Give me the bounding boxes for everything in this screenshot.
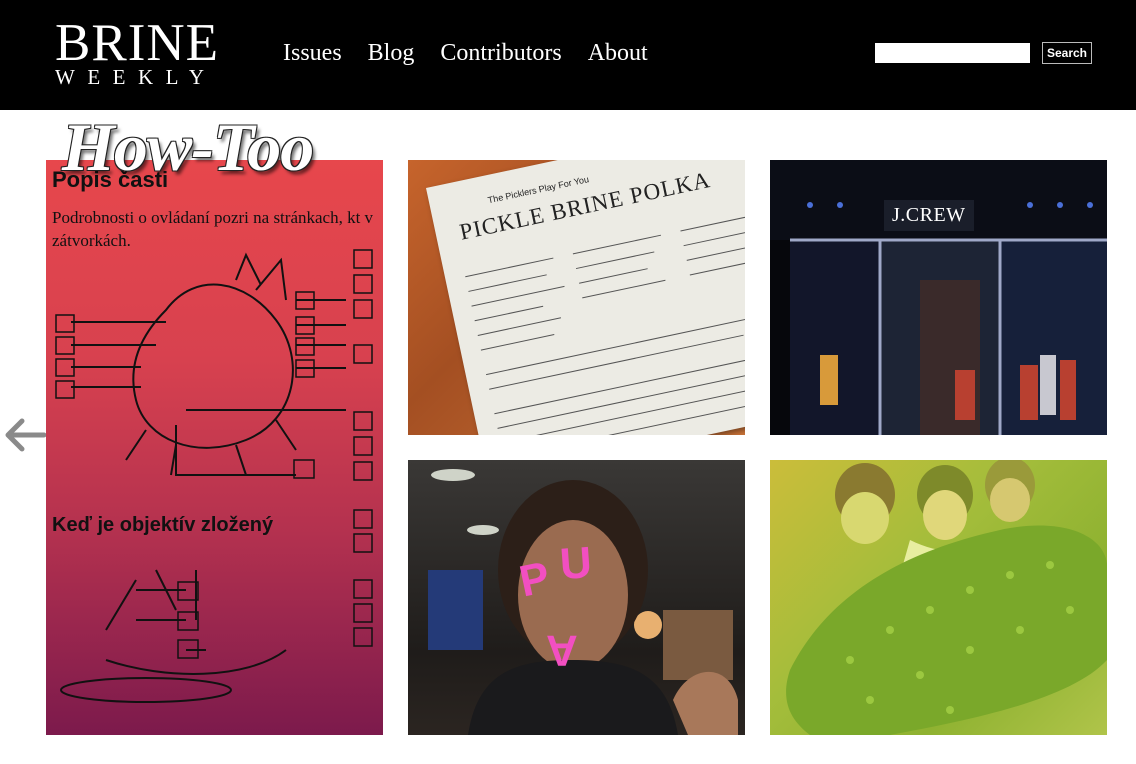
sleeve-lines [465,213,745,435]
section-title: How-Too [62,109,314,185]
logo-main-text: BRINE [55,14,219,72]
nav-item-issues[interactable]: Issues [283,38,342,68]
search-button[interactable]: Search [1042,42,1092,64]
site-header: BRINE WEEKLY Issues Blog Contributors Ab… [0,0,1136,110]
article-tile-polka[interactable]: The Picklers Play For You PICKLE BRINE P… [408,160,745,435]
article-tile-manual[interactable]: Popis časti Podrobnosti o ovládaní pozri… [46,160,383,735]
nav-item-blog[interactable]: Blog [368,38,415,68]
letter-u: U [558,537,594,590]
portrait-photo [428,469,738,735]
article-tile-pickle[interactable] [770,460,1107,735]
site-logo[interactable]: BRINE WEEKLY [55,14,235,89]
logo-sub-text: WEEKLY [55,65,217,89]
tile-heading-2: Keď je objektív zložený [52,514,274,536]
search-input[interactable] [875,43,1030,63]
store-sign: J.CREW [884,200,974,231]
pickle-photo [786,460,1107,735]
manual-illustration [55,249,373,703]
arrow-left-icon[interactable] [0,412,47,458]
letter-a: A [546,626,578,675]
nav-item-about[interactable]: About [588,38,648,68]
record-sleeve: The Picklers Play For You PICKLE BRINE P… [426,160,745,435]
article-tile-storefront[interactable]: J.CREW [770,160,1107,435]
main-nav: Issues Blog Contributors About [283,38,648,68]
article-tile-pua[interactable]: P U A [408,460,745,735]
nav-item-contributors[interactable]: Contributors [440,38,561,68]
